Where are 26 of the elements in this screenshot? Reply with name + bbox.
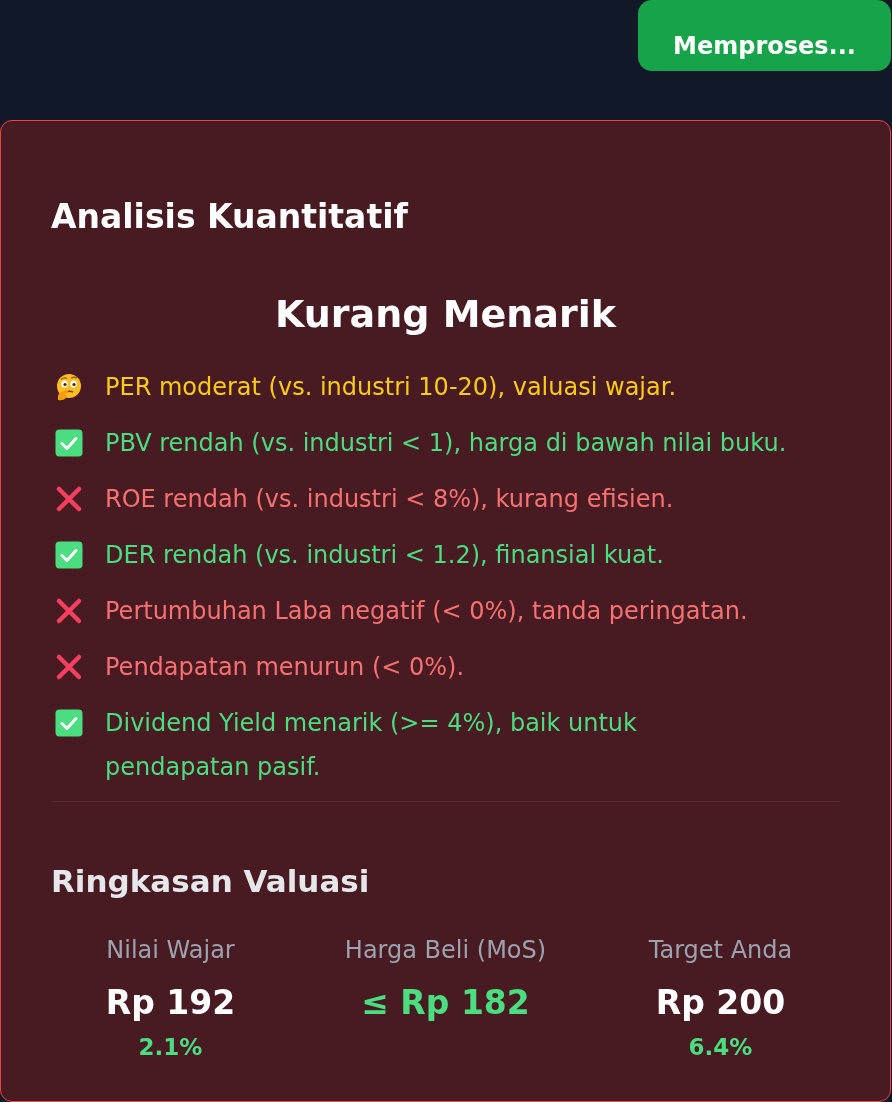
criteria-text: PER moderat (vs. industri 10-20), valuasi wajar. [105, 372, 676, 403]
thinking-face-icon [55, 373, 83, 401]
metric-label: Harga Beli (MoS) [344, 935, 547, 966]
checkbox-icon [55, 429, 83, 457]
criteria-text: DER rendah (vs. industri < 1.2), finansial kuat. [105, 540, 664, 571]
criteria-text: PBV rendah (vs. industri < 1), harga di bawah nilai buku. [105, 428, 787, 459]
checkbox-icon [55, 709, 83, 737]
checkbox-icon [55, 541, 83, 569]
criteria-text: ROE rendah (vs. industri < 8%), kurang efisien. [105, 484, 674, 515]
criteria-text: Pertumbuhan Laba negatif (< 0%), tanda peringatan. [105, 596, 748, 627]
cross-icon [55, 597, 83, 625]
metric-value: Rp 200 [655, 982, 786, 1024]
processing-button[interactable]: Memproses... [638, 0, 891, 71]
metric-percent: 6.4% [688, 1033, 753, 1062]
metric-value: ≤ Rp 182 [361, 982, 530, 1024]
summary-title: Ringkasan Valuasi [51, 862, 371, 901]
cross-icon [55, 653, 83, 681]
metric-label: Target Anda [648, 935, 793, 966]
criteria-text: Dividend Yield menarik (>= 4%), baik untuk pendapatan pasif. [105, 708, 637, 783]
card-title: Analisis Kuantitatif [51, 197, 409, 237]
metric-label: Nilai Wajar [106, 935, 235, 966]
criteria-text: Pendapatan menurun (< 0%). [105, 652, 465, 683]
verdict-heading: Kurang Menarik [274, 291, 618, 338]
metric-percent: 2.1% [138, 1033, 203, 1062]
cross-icon [55, 485, 83, 513]
metric-value: Rp 192 [105, 982, 236, 1024]
